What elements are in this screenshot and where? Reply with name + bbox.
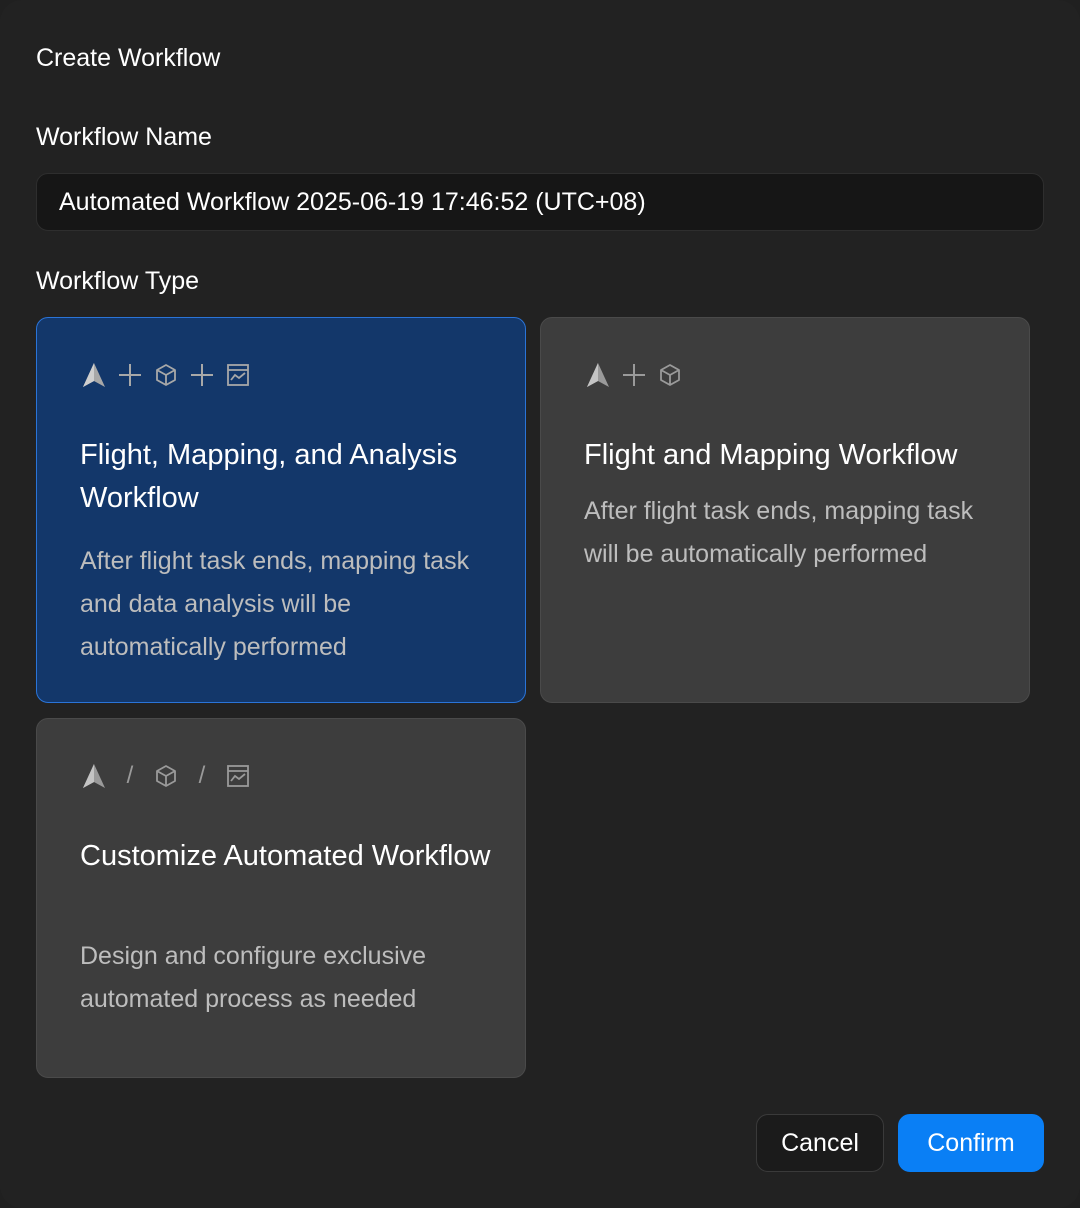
card-icon-row	[584, 360, 684, 390]
card-icon-row: / /	[80, 761, 252, 791]
mapping-cube-icon	[152, 762, 180, 790]
card-title: Flight, Mapping, and Analysis Workflow	[80, 439, 458, 514]
create-workflow-dialog: Create Workflow Workflow Name Workflow T…	[0, 0, 1080, 1208]
dialog-title: Create Workflow	[36, 44, 221, 72]
cancel-button[interactable]: Cancel	[756, 1114, 884, 1172]
plus-icon	[188, 361, 216, 389]
flight-icon	[80, 762, 108, 790]
workflow-name-input[interactable]	[36, 173, 1044, 231]
mapping-cube-icon	[152, 361, 180, 389]
confirm-button[interactable]: Confirm	[898, 1114, 1044, 1172]
card-description: After flight task ends, mapping task and…	[80, 547, 470, 661]
flight-icon	[584, 361, 612, 389]
card-description: After flight task ends, mapping task wil…	[584, 497, 974, 568]
flight-icon	[80, 361, 108, 389]
card-icon-row	[80, 360, 252, 390]
workflow-type-card-flight-mapping[interactable]: Flight and Mapping Workflow After flight…	[540, 317, 1030, 703]
analysis-chart-icon	[224, 361, 252, 389]
workflow-type-card-customize[interactable]: / / Customize Automated Workflow Design …	[36, 718, 526, 1078]
card-title: Flight and Mapping Workflow	[584, 439, 958, 471]
card-title: Customize Automated Workflow	[80, 840, 491, 872]
mapping-cube-icon	[656, 361, 684, 389]
workflow-name-label: Workflow Name	[36, 123, 212, 151]
plus-icon	[116, 361, 144, 389]
separator-slash: /	[126, 762, 134, 789]
separator-slash: /	[198, 762, 206, 789]
plus-icon	[620, 361, 648, 389]
workflow-type-label: Workflow Type	[36, 267, 200, 295]
analysis-chart-icon	[224, 762, 252, 790]
workflow-type-card-flight-mapping-analysis[interactable]: Flight, Mapping, and Analysis Workflow A…	[36, 317, 526, 703]
card-description: Design and configure exclusive automated…	[80, 942, 427, 1013]
